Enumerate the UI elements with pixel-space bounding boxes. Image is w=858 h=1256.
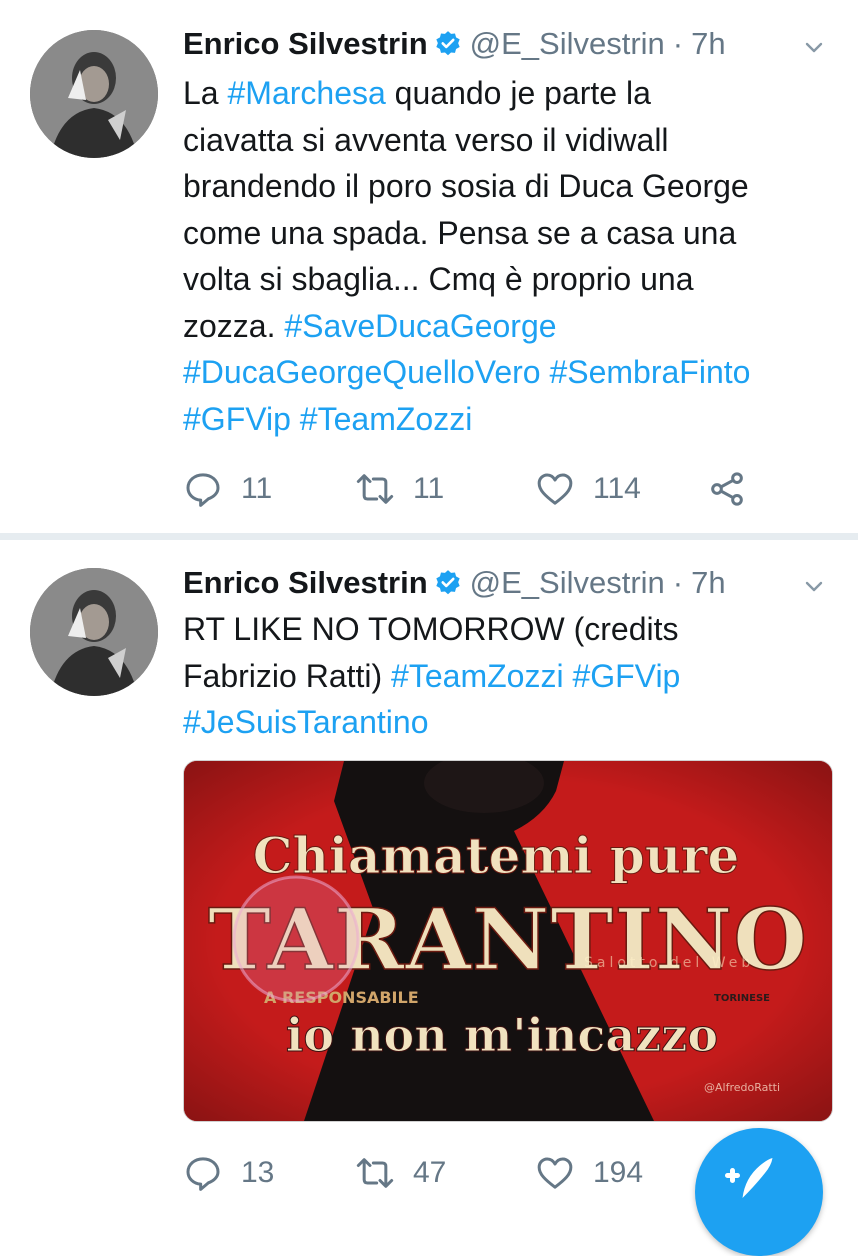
tweet-header: Enrico Silvestrin @E_Silvestrin · 7h bbox=[183, 563, 726, 603]
poster-credit: @AlfredoRatti bbox=[704, 1081, 780, 1094]
hashtag-link[interactable]: #GFVip bbox=[183, 401, 291, 437]
reply-count: 11 bbox=[241, 472, 273, 505]
compose-tweet-icon bbox=[725, 1158, 773, 1198]
retweet-icon bbox=[356, 474, 394, 504]
author-handle[interactable]: @E_Silvestrin bbox=[470, 565, 665, 601]
tweet-text-line: #GFVip #TeamZozzi bbox=[183, 396, 833, 443]
share-icon bbox=[711, 472, 743, 506]
hashtag-link[interactable]: #SaveDucaGeorge bbox=[284, 308, 556, 344]
tweet-text-segment: come una spada. Pensa se a casa una bbox=[183, 214, 737, 251]
tweet-actions: 13 47 194 bbox=[183, 1150, 783, 1196]
tweet-text-segment: Fabrizio Ratti) bbox=[183, 657, 392, 694]
author-name[interactable]: Enrico Silvestrin bbox=[183, 565, 428, 601]
tweet-text-segment: brandendo il poro sosia di Duca George bbox=[183, 168, 749, 204]
reply-icon bbox=[186, 1157, 220, 1191]
tweet-text-line: #DucaGeorgeQuelloVero #SembraFinto bbox=[183, 349, 833, 396]
avatar[interactable] bbox=[30, 568, 158, 696]
reply-icon bbox=[186, 473, 220, 507]
hashtag-link[interactable]: #TeamZozzi bbox=[300, 401, 473, 437]
tweet-text-segment bbox=[291, 401, 300, 437]
tweet-text-line: volta si sbaglia... Cmq è proprio una bbox=[183, 256, 833, 303]
hashtag-link[interactable]: #TeamZozzi bbox=[391, 658, 564, 694]
tweet-text-segment: ciavatta si avventa verso il vidiwall bbox=[183, 121, 669, 158]
heart-icon bbox=[537, 1157, 573, 1189]
like-count: 194 bbox=[593, 1156, 644, 1189]
compose-tweet-button[interactable] bbox=[695, 1128, 823, 1256]
poster-image: Chiamatemi pure TARANTINO A RESPONSABILE… bbox=[184, 761, 832, 1121]
chevron-down-icon[interactable] bbox=[802, 574, 826, 598]
tweet-text-line: come una spada. Pensa se a casa una bbox=[183, 210, 833, 257]
reply-button[interactable]: 13 bbox=[183, 1150, 274, 1196]
poster-line-3: io non m'incazzo bbox=[286, 1008, 718, 1062]
hashtag-link[interactable]: #Marchesa bbox=[227, 75, 385, 111]
tweet-time[interactable]: 7h bbox=[691, 26, 725, 62]
tweet-text-segment: La bbox=[183, 75, 228, 111]
retweet-count: 11 bbox=[413, 472, 445, 505]
tweet-text-segment: zozza. bbox=[183, 307, 285, 344]
tweet-text-line: La #Marchesa quando je parte la bbox=[183, 70, 833, 117]
avatar-photo bbox=[30, 568, 158, 696]
author-name[interactable]: Enrico Silvestrin bbox=[183, 26, 428, 62]
heart-icon bbox=[537, 473, 573, 505]
hashtag-link[interactable]: #SembraFinto bbox=[549, 354, 750, 390]
separator-dot: · bbox=[672, 26, 684, 61]
share-button[interactable] bbox=[707, 466, 747, 512]
chevron-down-icon[interactable] bbox=[802, 35, 826, 59]
hashtag-link[interactable]: #JeSuisTarantino bbox=[183, 704, 428, 740]
tweet-text-segment: RT LIKE NO TOMORROW (credits bbox=[183, 611, 679, 647]
tweet-text-segment: quando je parte la bbox=[385, 75, 651, 111]
tweet-media-image[interactable]: Chiamatemi pure TARANTINO A RESPONSABILE… bbox=[183, 760, 833, 1122]
author-handle[interactable]: @E_Silvestrin bbox=[470, 26, 665, 62]
retweet-button[interactable]: 11 bbox=[355, 466, 444, 512]
tweet-text-line: Fabrizio Ratti) #TeamZozzi #GFVip bbox=[183, 653, 833, 700]
tweet-text-line: zozza. #SaveDucaGeorge bbox=[183, 303, 833, 350]
tweet-actions: 11 11 114 bbox=[183, 466, 783, 512]
hashtag-link[interactable]: #DucaGeorgeQuelloVero bbox=[183, 354, 541, 390]
avatar[interactable] bbox=[30, 30, 158, 158]
tweet-text-segment: volta si sbaglia... Cmq è proprio una bbox=[183, 261, 694, 297]
tweet-text-line: RT LIKE NO TOMORROW (credits bbox=[183, 606, 833, 653]
tweet-header: Enrico Silvestrin @E_Silvestrin · 7h bbox=[183, 24, 726, 64]
retweet-count: 47 bbox=[413, 1156, 447, 1189]
reply-count: 13 bbox=[241, 1156, 275, 1189]
tweet-text-line: brandendo il poro sosia di Duca George bbox=[183, 163, 833, 210]
verified-badge-icon bbox=[435, 31, 460, 56]
tweet-2[interactable]: Enrico Silvestrin @E_Silvestrin · 7h RT … bbox=[0, 540, 858, 1200]
reply-button[interactable]: 11 bbox=[183, 466, 272, 512]
tweet-text: RT LIKE NO TOMORROW (credits Fabrizio Rat… bbox=[183, 606, 833, 746]
tweet-divider bbox=[0, 533, 858, 540]
tweet-text-line: ciavatta si avventa verso il vidiwall bbox=[183, 117, 833, 164]
retweet-icon bbox=[356, 1158, 394, 1188]
watermark-seal bbox=[232, 875, 360, 1003]
retweet-button[interactable]: 47 bbox=[355, 1150, 446, 1196]
tweet-text: La #Marchesa quando je parte la ciavatta … bbox=[183, 70, 833, 442]
tweet-1[interactable]: Enrico Silvestrin @E_Silvestrin · 7h La … bbox=[0, 0, 858, 533]
tweet-text-line: #JeSuisTarantino bbox=[183, 699, 833, 746]
separator-dot: · bbox=[672, 565, 684, 600]
like-button[interactable]: 114 bbox=[535, 466, 641, 512]
like-button[interactable]: 194 bbox=[535, 1150, 643, 1196]
verified-badge-icon bbox=[435, 570, 460, 595]
like-count: 114 bbox=[593, 472, 641, 505]
watermark-text: Salotto del Web bbox=[584, 955, 754, 971]
poster-line-1: Chiamatemi pure bbox=[253, 826, 740, 885]
poster-small-right: TORINESE bbox=[714, 993, 770, 1004]
tweet-time[interactable]: 7h bbox=[691, 565, 725, 601]
hashtag-link[interactable]: #GFVip bbox=[572, 658, 680, 694]
avatar-photo bbox=[30, 30, 158, 158]
